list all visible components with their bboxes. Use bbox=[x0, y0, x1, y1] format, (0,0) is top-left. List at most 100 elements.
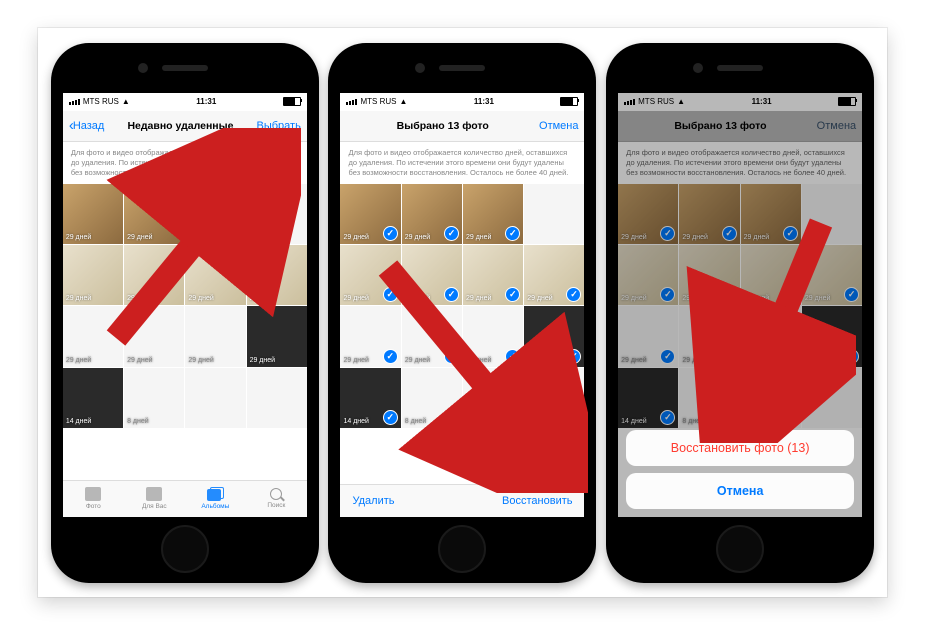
action-sheet: Восстановить фото (13) Отмена bbox=[626, 430, 854, 509]
phone-screen-1: MTS RUS ▲ 11:31 ‹ Назад Недавно bbox=[63, 93, 307, 517]
delete-button[interactable]: Удалить bbox=[352, 495, 394, 507]
phone-camera bbox=[138, 63, 148, 73]
for-you-icon bbox=[146, 487, 162, 501]
photo-thumb[interactable]: 29 дней bbox=[63, 306, 123, 366]
photo-thumb[interactable]: 29 дней✓ bbox=[463, 245, 523, 305]
checkmark-icon: ✓ bbox=[505, 349, 520, 364]
photo-thumb[interactable] bbox=[463, 368, 523, 428]
photo-thumb[interactable]: 29 дней✓ bbox=[524, 245, 584, 305]
photo-thumb[interactable]: 14 дней✓ bbox=[340, 368, 400, 428]
carrier-label: MTS RUS bbox=[83, 97, 119, 106]
checkmark-icon: ✓ bbox=[444, 287, 459, 302]
photo-thumb[interactable]: 29 дней bbox=[185, 245, 245, 305]
photo-thumb[interactable]: 29 дней bbox=[124, 245, 184, 305]
albums-icon bbox=[207, 487, 223, 501]
photo-thumb[interactable]: 29 дней bbox=[63, 184, 123, 244]
photo-thumb[interactable]: 29 дней✓ bbox=[463, 184, 523, 244]
status-bar: MTS RUS ▲ 11:31 bbox=[63, 93, 307, 111]
checkmark-icon: ✓ bbox=[444, 226, 459, 241]
photo-thumb[interactable]: 29 дней bbox=[185, 306, 245, 366]
wifi-icon: ▲ bbox=[399, 97, 407, 106]
content-frame: MTS RUS ▲ 11:31 ‹ Назад Недавно bbox=[38, 28, 887, 597]
photo-thumb[interactable]: 29 дней✓ bbox=[402, 306, 462, 366]
status-time: 11:31 bbox=[474, 97, 494, 106]
tab-bar: Фото Для Вас Альбомы Поиск bbox=[63, 480, 307, 517]
checkmark-icon: ✓ bbox=[383, 226, 398, 241]
phone-speaker bbox=[439, 65, 485, 71]
info-text: Для фото и видео отображается количество… bbox=[340, 142, 584, 184]
photo-thumb[interactable]: 29 дней✓ bbox=[524, 306, 584, 366]
recover-photos-button[interactable]: Восстановить фото (13) bbox=[626, 430, 854, 466]
signal-icon bbox=[69, 99, 80, 105]
photo-thumb[interactable] bbox=[524, 368, 584, 428]
nav-title: Недавно удаленные bbox=[127, 120, 233, 132]
photo-thumb[interactable] bbox=[524, 184, 584, 244]
checkmark-icon: ✓ bbox=[383, 349, 398, 364]
status-time: 11:31 bbox=[196, 97, 216, 106]
photo-thumb[interactable]: 29 дней✓ bbox=[340, 245, 400, 305]
back-label: Назад bbox=[73, 120, 105, 132]
phone-camera bbox=[415, 63, 425, 73]
checkmark-icon: ✓ bbox=[383, 410, 398, 425]
cancel-sheet-button[interactable]: Отмена bbox=[626, 473, 854, 509]
nav-title: Выбрано 13 фото bbox=[397, 120, 489, 132]
phone-mockup-3: MTS RUS ▲ 11:31 Выбрано 13 фото Отмена Д… bbox=[606, 43, 874, 583]
cancel-button[interactable]: Отмена bbox=[539, 120, 578, 132]
photo-thumb[interactable]: 29 дней bbox=[247, 306, 307, 366]
photos-icon bbox=[85, 487, 101, 501]
nav-bar: Выбрано 13 фото Отмена bbox=[340, 111, 584, 142]
phone-camera bbox=[693, 63, 703, 73]
battery-icon bbox=[283, 97, 301, 106]
carrier-label: MTS RUS bbox=[360, 97, 396, 106]
photo-thumb[interactable]: 14 дней bbox=[63, 368, 123, 428]
tab-search[interactable]: Поиск bbox=[246, 481, 307, 517]
photo-thumb[interactable]: 8 дней✓ bbox=[402, 368, 462, 428]
photo-thumb[interactable]: 29 дней bbox=[124, 184, 184, 244]
phone-mockup-1: MTS RUS ▲ 11:31 ‹ Назад Недавно bbox=[51, 43, 319, 583]
photo-thumb[interactable] bbox=[185, 368, 245, 428]
photo-thumb[interactable]: 29 дней✓ bbox=[463, 306, 523, 366]
checkmark-icon: ✓ bbox=[505, 287, 520, 302]
tab-photos[interactable]: Фото bbox=[63, 481, 124, 517]
photo-thumb[interactable]: 29 дней bbox=[63, 245, 123, 305]
photo-thumb[interactable]: 29 дней bbox=[185, 184, 245, 244]
photo-thumb[interactable]: 29 дней bbox=[124, 306, 184, 366]
checkmark-icon: ✓ bbox=[566, 349, 581, 364]
info-text: Для фото и видео отображается количество… bbox=[63, 142, 307, 184]
photo-grid: 29 дней✓ 29 дней✓ 29 дней✓ 29 дней✓ 29 д… bbox=[340, 184, 584, 428]
phone-speaker bbox=[162, 65, 208, 71]
checkmark-icon: ✓ bbox=[444, 410, 459, 425]
photo-grid: 29 дней 29 дней 29 дней 29 дней 29 дней … bbox=[63, 184, 307, 428]
checkmark-icon: ✓ bbox=[505, 226, 520, 241]
battery-icon bbox=[560, 97, 578, 106]
checkmark-icon: ✓ bbox=[383, 287, 398, 302]
status-bar: MTS RUS ▲ 11:31 bbox=[340, 93, 584, 111]
photo-thumb[interactable]: 29 дней✓ bbox=[402, 184, 462, 244]
signal-icon bbox=[346, 99, 357, 105]
photo-thumb[interactable]: 29 дней✓ bbox=[402, 245, 462, 305]
checkmark-icon: ✓ bbox=[444, 349, 459, 364]
photo-thumb[interactable]: 29 дней✓ bbox=[340, 184, 400, 244]
tutorial-screenshot: MTS RUS ▲ 11:31 ‹ Назад Недавно bbox=[0, 0, 925, 635]
photo-thumb[interactable]: 29 дней bbox=[247, 245, 307, 305]
tab-albums[interactable]: Альбомы bbox=[185, 481, 246, 517]
tab-for-you[interactable]: Для Вас bbox=[124, 481, 185, 517]
home-button[interactable] bbox=[438, 525, 486, 573]
bottom-toolbar: Удалить Восстановить bbox=[340, 484, 584, 517]
phone-speaker bbox=[717, 65, 763, 71]
recover-button[interactable]: Восстановить bbox=[502, 495, 572, 507]
home-button[interactable] bbox=[161, 525, 209, 573]
phone-screen-2: MTS RUS ▲ 11:31 Выбрано 13 фото Отмена Д… bbox=[340, 93, 584, 517]
photo-thumb[interactable]: 29 дней✓ bbox=[340, 306, 400, 366]
select-button[interactable]: Выбрать bbox=[257, 120, 301, 132]
phone-mockup-2: MTS RUS ▲ 11:31 Выбрано 13 фото Отмена Д… bbox=[328, 43, 596, 583]
search-icon bbox=[270, 488, 282, 500]
back-button[interactable]: ‹ Назад bbox=[69, 118, 105, 133]
photo-thumb[interactable]: 8 дней bbox=[124, 368, 184, 428]
phone-screen-3: MTS RUS ▲ 11:31 Выбрано 13 фото Отмена Д… bbox=[618, 93, 862, 517]
nav-bar: ‹ Назад Недавно удаленные Выбрать bbox=[63, 111, 307, 142]
photo-thumb[interactable] bbox=[247, 184, 307, 244]
wifi-icon: ▲ bbox=[122, 97, 130, 106]
home-button[interactable] bbox=[716, 525, 764, 573]
photo-thumb[interactable] bbox=[247, 368, 307, 428]
